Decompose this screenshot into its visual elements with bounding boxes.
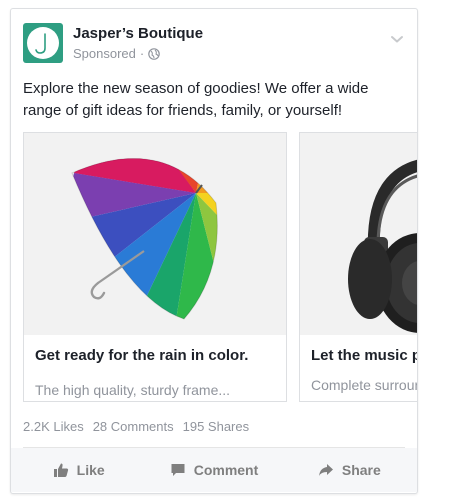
card-description: Complete surround sound: [311, 377, 417, 393]
brand-logo[interactable]: [23, 23, 63, 63]
comment-button[interactable]: Comment: [146, 462, 281, 478]
comment-icon: [171, 464, 185, 476]
post-header: Jasper’s Boutique Sponsored ·: [23, 23, 405, 65]
carousel-card-umbrella[interactable]: Get ready for the rain in color. The hig…: [23, 132, 287, 402]
carousel-card-headphones[interactable]: Let the music play loud and clear. Compl…: [299, 132, 417, 402]
globe-icon: [148, 47, 161, 60]
share-button[interactable]: Share: [282, 462, 417, 478]
headphones-icon: [348, 159, 417, 333]
umbrella-image: [24, 133, 286, 335]
share-label: Share: [341, 462, 381, 478]
card-title[interactable]: Get ready for the rain in color.: [35, 346, 285, 365]
headphones-image: [300, 133, 417, 335]
meta-separator: ·: [139, 46, 145, 61]
thumbs-up-icon: [53, 463, 68, 477]
like-label: Like: [76, 462, 105, 478]
comments-count[interactable]: 28 Comments: [93, 419, 174, 434]
sponsored-post: Jasper’s Boutique Sponsored · Explore th…: [10, 8, 418, 494]
page-name-link[interactable]: Jasper’s Boutique: [73, 25, 203, 42]
comment-label: Comment: [193, 462, 259, 478]
carousel[interactable]: Get ready for the rain in color. The hig…: [23, 132, 417, 404]
logo-j-icon: [27, 27, 59, 59]
card-title[interactable]: Let the music play loud and clear.: [311, 346, 417, 365]
sponsored-label[interactable]: Sponsored: [73, 46, 136, 61]
umbrella-icon: [71, 157, 218, 320]
card-description: The high quality, sturdy frame...: [35, 382, 231, 398]
engagement-stats: 2.2K Likes 28 Comments 195 Shares: [23, 419, 249, 434]
post-caption: Explore the new season of goodies! We of…: [23, 80, 369, 119]
chevron-down-icon[interactable]: [389, 31, 405, 47]
shares-count[interactable]: 195 Shares: [183, 419, 250, 434]
post-meta: Sponsored ·: [73, 46, 161, 61]
share-arrow-icon: [318, 464, 333, 476]
likes-count[interactable]: 2.2K Likes: [23, 419, 84, 434]
action-bar: Like Comment Share: [11, 448, 417, 492]
like-button[interactable]: Like: [11, 462, 146, 478]
